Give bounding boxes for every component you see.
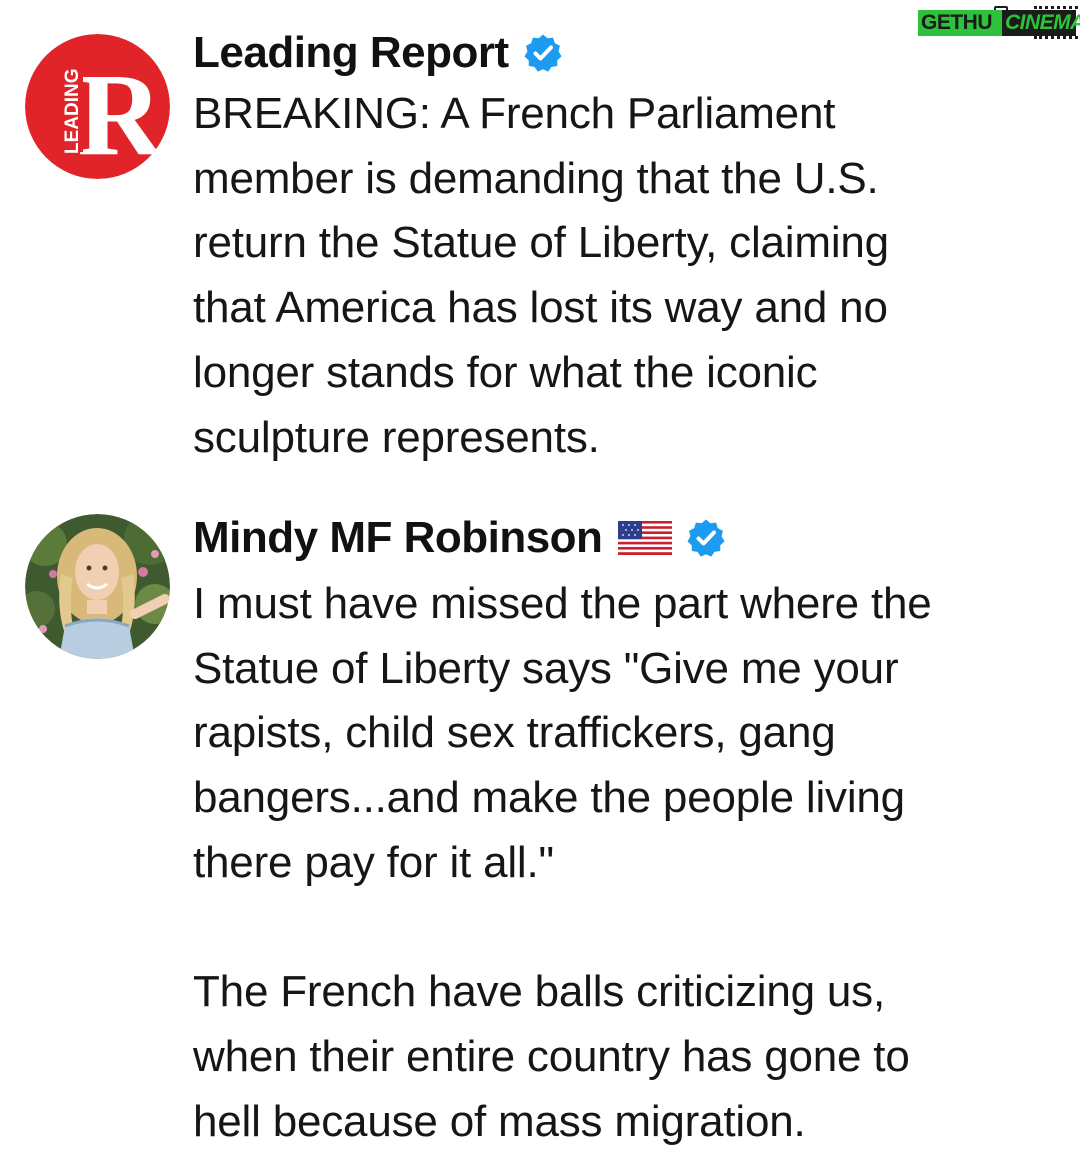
avatar-mindy-robinson[interactable] [25,514,170,659]
post-text: I must have missed the part where the St… [193,579,932,1146]
author-name[interactable]: Mindy MF Robinson [193,513,603,563]
post-content: Leading Report BREAKING: A French Parlia… [193,20,1063,470]
author-name[interactable]: Leading Report [193,28,509,78]
verified-badge-icon [523,33,563,73]
post-content: Mindy MF Robinson I must have missed the… [193,505,1063,1154]
leading-report-logo: R LEADING [25,34,170,179]
author-row: Leading Report [193,20,1063,86]
logo-letter: R [77,49,164,179]
us-flag-icon [618,521,673,555]
verified-badge-icon [686,518,726,558]
author-row: Mindy MF Robinson [193,505,1063,571]
logo-vertical-text: LEADING [62,69,83,155]
profile-photo [25,514,170,659]
avatar-leading-report[interactable]: R LEADING [25,34,170,179]
post-text: BREAKING: A French Parliament member is … [193,89,889,462]
